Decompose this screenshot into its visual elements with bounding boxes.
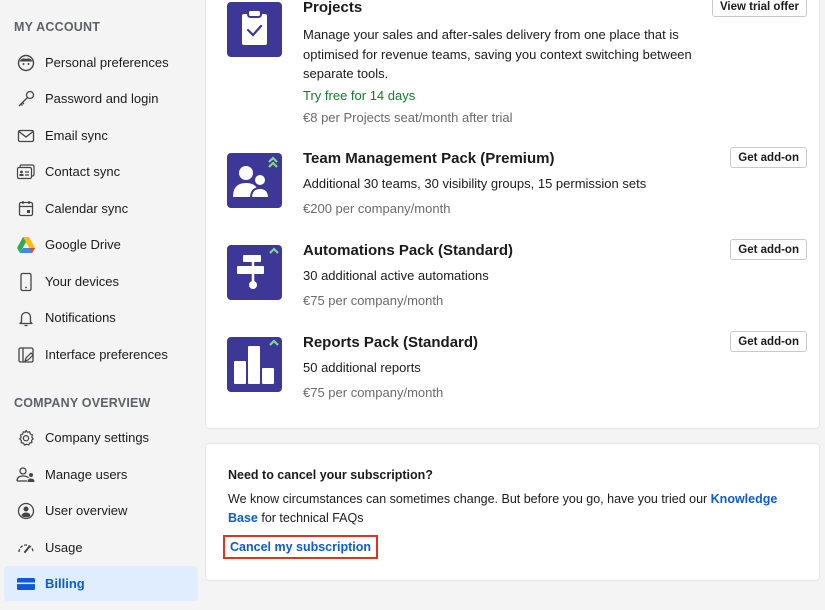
sidebar-item-company-settings[interactable]: Company settings: [4, 420, 198, 455]
addon-team-management: Team Management Pack (Premium) Additiona…: [227, 147, 807, 216]
google-drive-icon: [16, 235, 36, 255]
sidebar-item-calendar-sync[interactable]: Calendar sync: [4, 191, 198, 226]
addon-title: Automations Pack (Standard): [303, 242, 514, 259]
users-icon: [16, 465, 36, 485]
trial-text: Try free for 14 days: [303, 88, 416, 103]
sidebar-item-label: Email sync: [45, 128, 108, 143]
section-title-company-overview: COMPANY OVERVIEW: [14, 396, 151, 410]
settings-sidebar: MY ACCOUNT Personal preferences Password…: [0, 0, 205, 610]
credit-card-icon: [16, 574, 36, 594]
cancel-description: We know circumstances can sometimes chan…: [228, 490, 808, 527]
sidebar-item-billing[interactable]: Billing: [4, 566, 198, 601]
sidebar-item-notifications[interactable]: Notifications: [4, 300, 198, 335]
cancel-subscription-link[interactable]: Cancel my subscription: [223, 535, 379, 559]
team-icon: [227, 153, 282, 208]
contact-card-icon: [16, 162, 36, 182]
calendar-icon: [16, 199, 36, 219]
addon-price: €8 per Projects seat/month after trial: [303, 110, 513, 125]
bell-icon: [16, 308, 36, 328]
addon-title: Team Management Pack (Premium): [303, 150, 555, 167]
sidebar-item-your-devices[interactable]: Your devices: [4, 264, 198, 299]
view-trial-offer-button[interactable]: View trial offer: [711, 0, 807, 17]
sidebar-item-label: Calendar sync: [45, 201, 129, 216]
sidebar-item-email-sync[interactable]: Email sync: [4, 118, 198, 153]
sidebar-item-label: Personal preferences: [45, 55, 169, 70]
workflow-icon: [227, 245, 282, 300]
sidebar-item-contact-sync[interactable]: Contact sync: [4, 154, 198, 189]
sidebar-item-label: Interface preferences: [45, 347, 168, 362]
sidebar-item-label: Billing: [45, 576, 85, 591]
get-addon-button[interactable]: Get add-on: [730, 331, 807, 352]
sidebar-item-label: User overview: [45, 503, 128, 518]
addon-title: Projects: [303, 0, 363, 16]
interface-edit-icon: [16, 345, 36, 365]
gauge-icon: [16, 538, 36, 558]
section-title-my-account: MY ACCOUNT: [14, 20, 101, 34]
sidebar-item-manage-users[interactable]: Manage users: [4, 457, 198, 492]
clipboard-check-icon: [227, 2, 282, 57]
billing-main: Projects Manage your sales and after-sal…: [205, 0, 825, 610]
cancel-heading: Need to cancel your subscription?: [228, 468, 433, 482]
envelope-icon: [16, 126, 36, 146]
addon-price: €75 per company/month: [303, 385, 444, 400]
sidebar-item-label: Company settings: [45, 430, 150, 445]
user-circle-icon: [16, 501, 36, 521]
cancel-subscription-card: Need to cancel your subscription? We kno…: [205, 443, 820, 581]
sidebar-item-label: Notifications: [45, 310, 116, 325]
addon-automations: Automations Pack (Standard) 30 additiona…: [227, 239, 807, 308]
addon-price: €75 per company/month: [303, 293, 444, 308]
sidebar-item-password-and-login[interactable]: Password and login: [4, 81, 198, 116]
sidebar-item-label: Usage: [45, 540, 83, 555]
cancel-text-after: for technical FAQs: [257, 510, 364, 525]
addon-description: 30 additional active automations: [303, 268, 489, 283]
sidebar-item-label: Password and login: [45, 91, 159, 106]
addon-title: Reports Pack (Standard): [303, 334, 479, 351]
cancel-text-before: We know circumstances can sometimes chan…: [228, 492, 711, 506]
sidebar-item-label: Google Drive: [45, 237, 121, 252]
sidebar-item-usage[interactable]: Usage: [4, 530, 198, 565]
addon-reports: Reports Pack (Standard) 50 additional re…: [227, 331, 807, 400]
get-addon-button[interactable]: Get add-on: [730, 147, 807, 168]
sidebar-item-label: Contact sync: [45, 164, 121, 179]
sidebar-item-google-drive[interactable]: Google Drive: [4, 227, 198, 262]
sidebar-item-personal-preferences[interactable]: Personal preferences: [4, 45, 198, 80]
sidebar-item-label: Your devices: [45, 274, 119, 289]
sidebar-item-interface-preferences[interactable]: Interface preferences: [4, 337, 198, 372]
addon-price: €200 per company/month: [303, 201, 451, 216]
addon-description: Manage your sales and after-sales delive…: [303, 27, 692, 81]
addon-description: 50 additional reports: [303, 360, 421, 375]
face-icon: [16, 53, 36, 73]
key-icon: [16, 89, 36, 109]
phone-icon: [16, 272, 36, 292]
sidebar-item-label: Manage users: [45, 467, 128, 482]
sidebar-item-user-overview[interactable]: User overview: [4, 493, 198, 528]
get-addon-button[interactable]: Get add-on: [730, 239, 807, 260]
gear-icon: [16, 428, 36, 448]
addons-card: Projects Manage your sales and after-sal…: [205, 0, 820, 429]
addon-description: Additional 30 teams, 30 visibility group…: [303, 176, 647, 191]
bar-chart-icon: [227, 337, 282, 392]
addon-projects: Projects Manage your sales and after-sal…: [227, 0, 807, 132]
